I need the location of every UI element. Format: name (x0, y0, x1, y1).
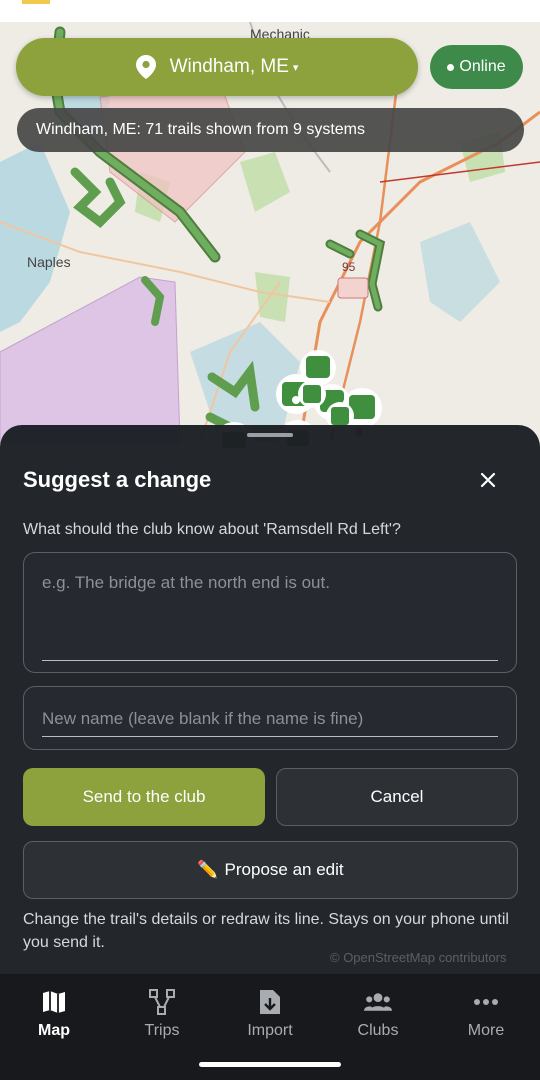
group-icon (364, 988, 392, 1016)
bottom-navigation: Map Trips Import Clubs More (0, 974, 540, 1080)
import-file-icon (256, 988, 284, 1016)
nav-item-label: Map (38, 1022, 70, 1039)
send-to-club-button[interactable]: Send to the club (23, 768, 265, 826)
description-field[interactable]: e.g. The bridge at the north end is out. (23, 552, 517, 673)
place-label-naples: Naples (27, 254, 71, 270)
nav-item-more[interactable]: More (441, 988, 531, 1048)
nav-item-label: More (467, 1022, 505, 1039)
propose-edit-hint: Change the trail's details or redraw its… (23, 911, 509, 951)
close-button[interactable] (470, 462, 506, 498)
close-icon (480, 472, 496, 488)
nav-item-trips[interactable]: Trips (117, 988, 207, 1048)
propose-edit-label: Propose an edit (224, 860, 344, 879)
nav-item-label: Trips (144, 1022, 180, 1039)
cancel-button[interactable]: Cancel (276, 768, 518, 826)
location-selector-button[interactable]: Windham, ME ▾ (16, 38, 418, 96)
route-icon (148, 988, 176, 1016)
map-icon (40, 988, 68, 1016)
field-underline (42, 736, 498, 737)
field-underline (42, 660, 498, 661)
propose-edit-button[interactable]: ✏️ Propose an edit (23, 841, 518, 899)
sheet-drag-handle[interactable] (247, 433, 293, 437)
status-bar (0, 0, 540, 22)
description-placeholder: e.g. The bridge at the north end is out. (42, 573, 330, 592)
location-label: Windham, ME (169, 56, 289, 77)
new-name-field[interactable]: New name (leave blank if the name is fin… (23, 686, 517, 750)
notification-icon (22, 0, 50, 4)
location-pin-icon (135, 55, 156, 79)
nav-item-import[interactable]: Import (225, 988, 315, 1048)
map-attribution[interactable]: © OpenStreetMap contributors (330, 950, 507, 965)
nav-item-map[interactable]: Map (9, 988, 99, 1048)
more-dots-icon (472, 988, 500, 1016)
sheet-title: Suggest a change (23, 467, 212, 492)
nav-item-label: Clubs (357, 1022, 399, 1039)
trail-count-text: Windham, ME: 71 trails shown from 9 syst… (36, 121, 365, 138)
status-dot-icon (447, 63, 455, 71)
sheet-question: What should the club know about 'Ramsdel… (23, 521, 401, 538)
chevron-down-icon: ▾ (292, 61, 299, 74)
nav-item-clubs[interactable]: Clubs (333, 988, 423, 1048)
pencil-icon: ✏️ (197, 860, 219, 879)
online-status-badge[interactable]: Online (430, 45, 523, 89)
new-name-placeholder: New name (leave blank if the name is fin… (42, 709, 364, 728)
nav-item-label: Import (247, 1022, 293, 1039)
online-status-label: Online (459, 58, 506, 75)
interstate-badge: 95 (342, 260, 356, 274)
home-indicator[interactable] (199, 1062, 341, 1067)
trail-count-banner: Windham, ME: 71 trails shown from 9 syst… (17, 108, 524, 152)
